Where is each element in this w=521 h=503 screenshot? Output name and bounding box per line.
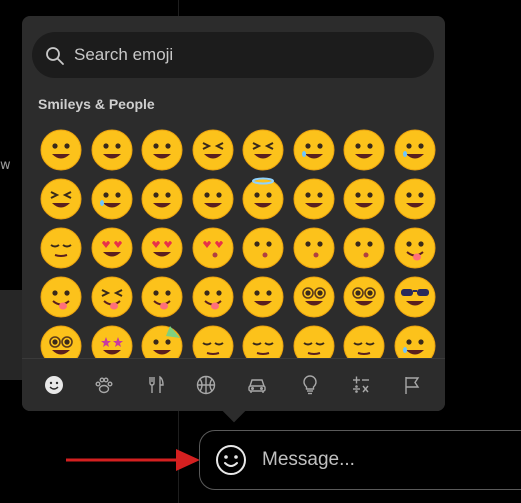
emoji-kissing-face-closed[interactable] (289, 223, 339, 273)
emoji-slight-smile[interactable] (289, 174, 339, 224)
upside-down-face-emoji-icon (343, 178, 385, 220)
sunglasses-face-emoji-icon (394, 276, 435, 318)
kissing-smiling-eyes-emoji-icon (343, 227, 385, 269)
category-objects[interactable] (294, 369, 326, 401)
category-flags[interactable] (396, 369, 428, 401)
emoji-nerd-face[interactable] (339, 272, 389, 322)
smiling-eyes-emoji-icon (141, 178, 183, 220)
smiling-face-emoji-icon (192, 178, 233, 220)
emoji-smiling-face[interactable] (188, 174, 238, 224)
emoji-beaming-face[interactable] (188, 125, 238, 175)
squinting-tongue-emoji-icon (91, 276, 132, 318)
beaming-face-emoji-icon (192, 129, 233, 171)
winking-face-emoji-icon (394, 178, 435, 220)
flag-icon (405, 377, 420, 394)
screen: w Search emoji Smileys & People Message.… (0, 0, 521, 503)
category-food[interactable] (140, 369, 172, 401)
emoji-kissing-face[interactable] (238, 223, 288, 273)
emoji-grid (36, 125, 436, 365)
category-activities[interactable] (190, 369, 222, 401)
emoji-zany-face[interactable] (188, 272, 238, 322)
emoji-kissing-heart[interactable] (188, 223, 238, 273)
car-icon (248, 379, 266, 393)
search-placeholder: Search emoji (74, 45, 174, 64)
category-symbols[interactable] (345, 369, 377, 401)
emoji-winking-face[interactable] (390, 174, 437, 224)
search-icon (46, 47, 64, 65)
message-input[interactable]: Message... (262, 449, 355, 471)
emoji-grinning-face-big-eyes[interactable] (36, 125, 86, 175)
category-smileys[interactable] (38, 369, 70, 401)
paw-icon (95, 377, 113, 394)
red-arrow-annotation (66, 449, 200, 471)
kissing-heart-emoji-icon (192, 227, 233, 269)
emoji-pleading-tears[interactable] (289, 125, 339, 175)
basketball-icon (196, 375, 216, 395)
kissing-face-closed-emoji-icon (293, 227, 334, 269)
category-travel[interactable] (241, 369, 273, 401)
category-title: Smileys & People (38, 96, 155, 112)
emoji-picker: Search emoji Smileys & People (22, 16, 445, 411)
halo-face-emoji-icon (242, 177, 284, 220)
grinning-face-emoji-icon (91, 129, 132, 171)
emoji-face-holding-back-tears[interactable] (87, 174, 137, 224)
lightbulb-icon (303, 375, 317, 395)
emoji-tears-of-joy[interactable] (390, 125, 437, 175)
emoji-grinning-smiling-eyes[interactable] (137, 125, 187, 175)
emoji-savoring-food[interactable] (390, 223, 437, 273)
kissing-face-emoji-icon (242, 227, 284, 269)
tongue-out-emoji-icon (40, 276, 82, 318)
face-holding-back-tears-emoji-icon (91, 178, 132, 220)
emoji-upside-down-face[interactable] (339, 174, 389, 224)
zany-face-emoji-icon (192, 276, 233, 318)
fork-knife-icon (149, 375, 164, 393)
emoji-smiling-hearts[interactable] (137, 223, 187, 273)
grinning-sweat-emoji-icon (343, 129, 385, 171)
rolling-on-floor-emoji-icon (40, 178, 82, 220)
winking-tongue-emoji-icon (141, 276, 183, 318)
monocle-face-emoji-icon (293, 276, 334, 318)
emoji-grinning-sweat[interactable] (339, 125, 389, 175)
savoring-food-emoji-icon (394, 227, 435, 269)
emoji-grinning-face[interactable] (87, 125, 137, 175)
emoji-monocle-face[interactable] (289, 272, 339, 322)
emoji-kissing-smiling-eyes[interactable] (339, 223, 389, 273)
emoji-halo-face[interactable] (238, 174, 288, 224)
squinting-laugh-emoji-icon (242, 129, 284, 171)
smiling-hearts-emoji-icon (141, 227, 183, 269)
raised-eyebrow-emoji-icon (242, 276, 284, 318)
emoji-winking-tongue[interactable] (137, 272, 187, 322)
search-emoji-input[interactable]: Search emoji (32, 32, 434, 78)
emoji-button-smiley-icon[interactable] (214, 443, 248, 477)
emoji-smiling-eyes[interactable] (137, 174, 187, 224)
math-symbols-icon (353, 376, 369, 393)
emoji-sunglasses-face[interactable] (390, 272, 437, 322)
emoji-relieved-face[interactable] (36, 223, 86, 273)
heart-eyes-emoji-icon (91, 227, 132, 269)
emoji-rolling-on-floor[interactable] (36, 174, 86, 224)
pleading-tears-emoji-icon (293, 129, 334, 171)
message-composer[interactable]: Message... (199, 430, 521, 490)
background-text-fragment: w (0, 158, 11, 173)
grinning-face-big-eyes-emoji-icon (40, 129, 82, 171)
nerd-face-emoji-icon (343, 276, 385, 318)
smiley-icon (45, 376, 63, 394)
emoji-tongue-out[interactable] (36, 272, 86, 322)
emoji-squinting-laugh[interactable] (238, 125, 288, 175)
emoji-heart-eyes[interactable] (87, 223, 137, 273)
emoji-squinting-tongue[interactable] (87, 272, 137, 322)
grinning-smiling-eyes-emoji-icon (141, 129, 183, 171)
slight-smile-emoji-icon (293, 178, 334, 220)
relieved-face-emoji-icon (40, 227, 82, 269)
category-animals[interactable] (88, 369, 120, 401)
tears-of-joy-emoji-icon (394, 129, 435, 171)
category-bar (22, 358, 445, 411)
emoji-raised-eyebrow[interactable] (238, 272, 288, 322)
